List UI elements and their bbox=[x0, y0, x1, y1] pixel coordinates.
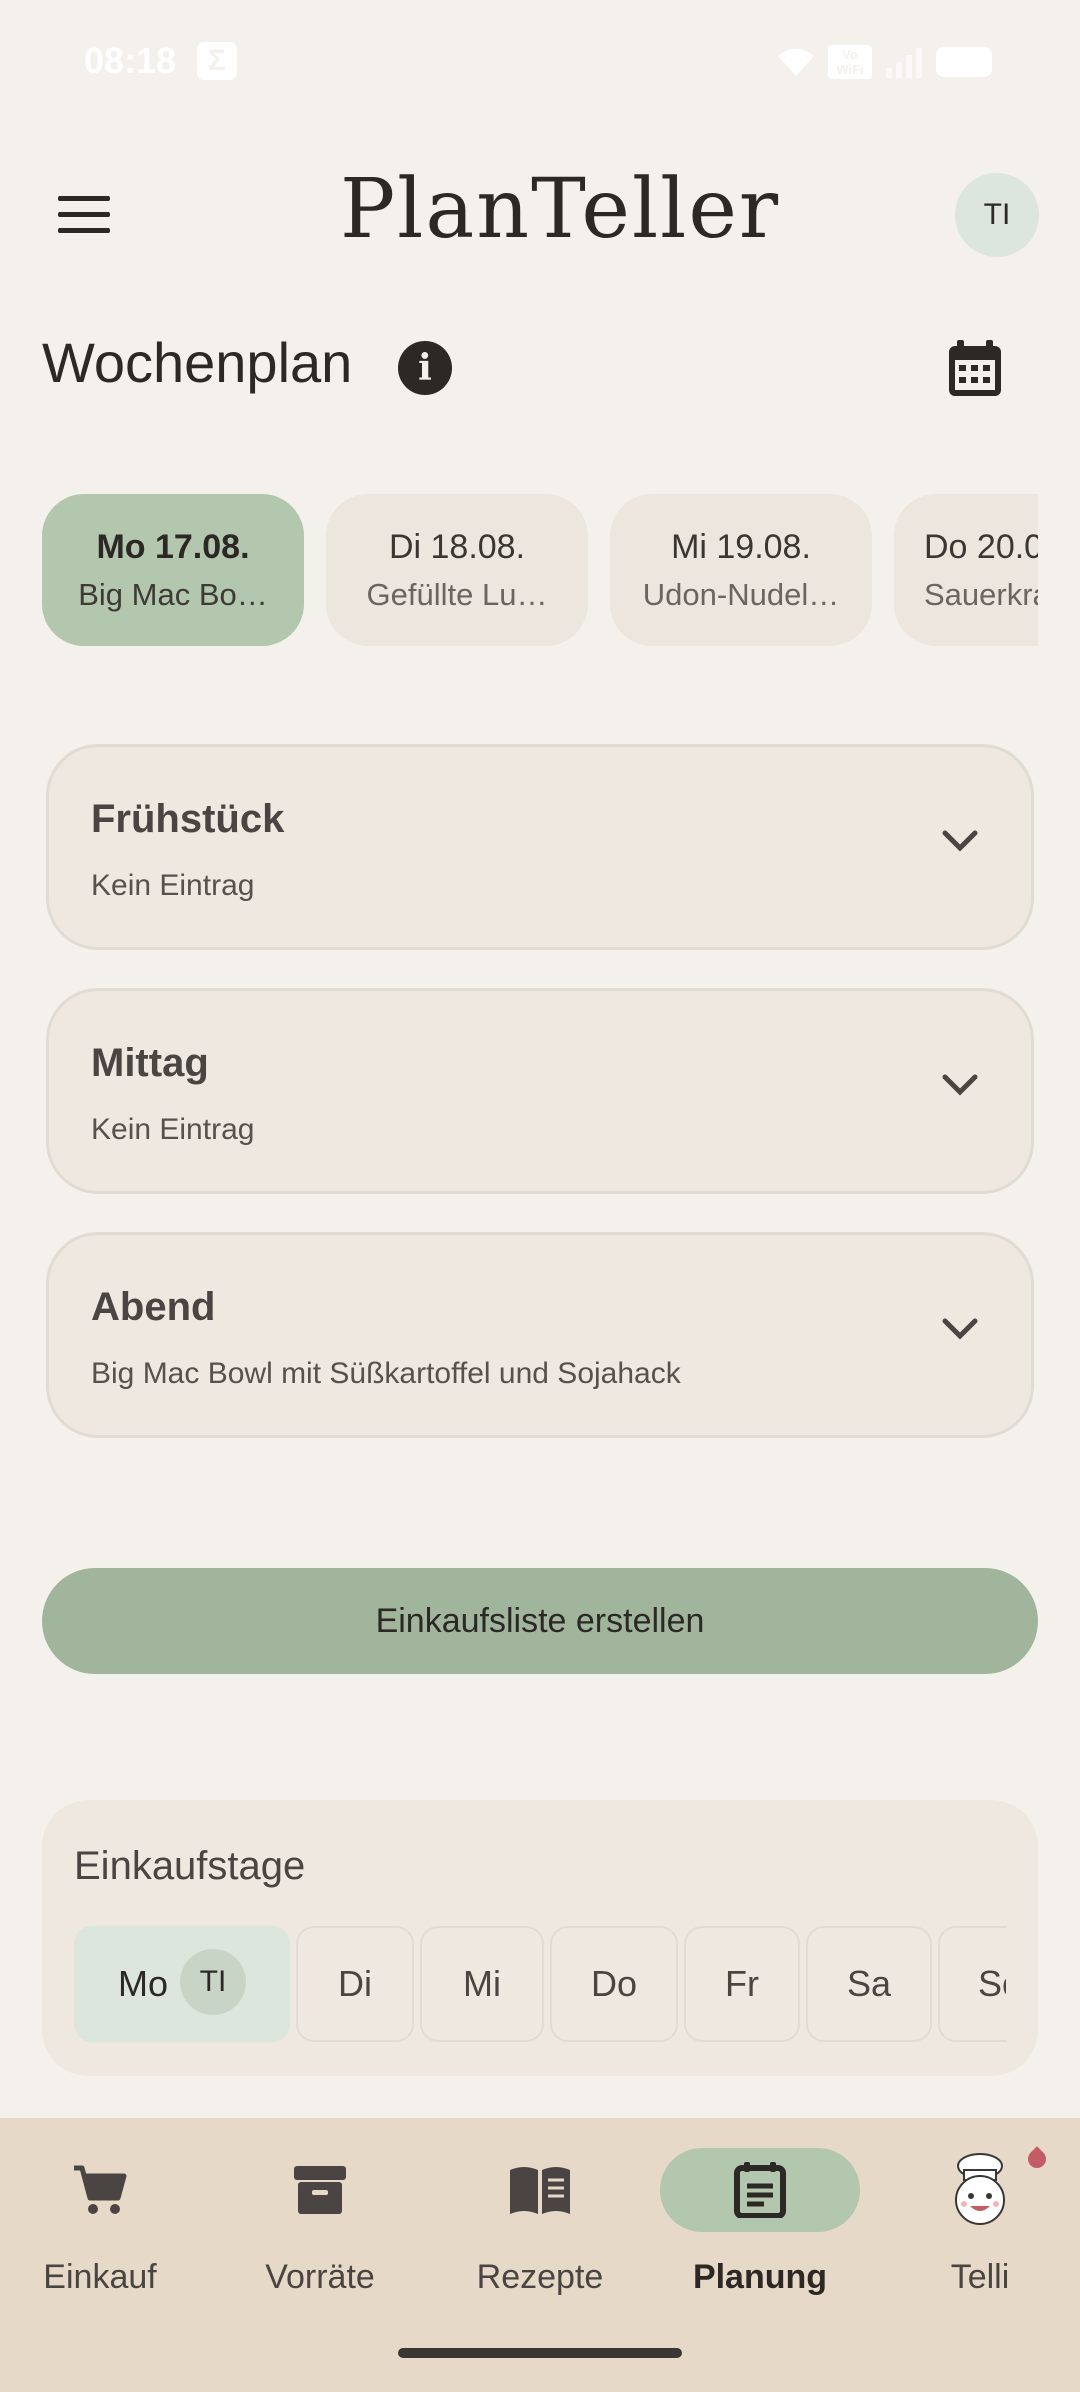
chevron-down-icon[interactable] bbox=[941, 1317, 979, 1343]
signal-icon bbox=[886, 48, 922, 78]
chevron-down-icon[interactable] bbox=[941, 829, 979, 855]
shopping-day-label: Mo bbox=[117, 1963, 168, 2004]
status-bar: 08:18 Σ Vo WiFi bbox=[0, 0, 1080, 125]
day-meal-preview: Udon-Nudel… bbox=[642, 577, 840, 612]
volte-icon: Vo WiFi bbox=[828, 45, 872, 79]
sigma-notification-icon: Σ bbox=[197, 42, 237, 80]
shopping-day-label: Sa bbox=[846, 1963, 892, 2004]
shopping-day-do[interactable]: Do bbox=[550, 1926, 678, 2042]
wifi-icon bbox=[778, 48, 814, 76]
planner-icon bbox=[734, 2162, 786, 2218]
nav-label: Einkauf bbox=[43, 2258, 157, 2296]
day-date: Mo 17.08. bbox=[96, 528, 250, 566]
meal-entry: Big Mac Bowl mit Süßkartoffel und Sojaha… bbox=[91, 1357, 681, 1390]
shopping-day-mi[interactable]: Mi bbox=[420, 1926, 544, 2042]
meal-card-lunch[interactable]: Mittag Kein Eintrag bbox=[46, 988, 1034, 1194]
shopping-days-row: Mo TI Di Mi Do Fr Sa So bbox=[74, 1926, 1006, 2042]
nav-label: Telli bbox=[950, 2258, 1010, 2296]
user-badge: TI bbox=[180, 1949, 246, 2016]
day-date: Di 18.08. bbox=[388, 528, 526, 566]
meal-card-breakfast[interactable]: Frühstück Kein Eintrag bbox=[46, 744, 1034, 950]
day-chip-di[interactable]: Di 18.08. Gefüllte Lu… bbox=[326, 494, 588, 646]
calendar-icon[interactable] bbox=[946, 338, 1004, 398]
nav-item-telli[interactable]: Telli bbox=[872, 2118, 1080, 2318]
status-time: 08:18 bbox=[84, 40, 177, 81]
day-date: Do 20.08. bbox=[924, 528, 1038, 566]
meal-title: Abend bbox=[91, 1285, 216, 1329]
nav-item-planung[interactable]: Planung bbox=[652, 2118, 868, 2318]
day-meal-preview: Big Mac Bo… bbox=[78, 577, 268, 612]
shopping-days-title: Einkaufstage bbox=[74, 1844, 306, 1888]
day-chip-mi[interactable]: Mi 19.08. Udon-Nudel… bbox=[610, 494, 872, 646]
avatar[interactable]: TI bbox=[955, 173, 1039, 257]
shopping-day-sa[interactable]: Sa bbox=[806, 1926, 932, 2042]
day-meal-preview: Sauerkraut… bbox=[924, 577, 1038, 612]
shopping-day-label: Fr bbox=[725, 1963, 759, 2004]
nav-label: Vorräte bbox=[265, 2258, 375, 2296]
day-date: Mi 19.08. bbox=[671, 528, 811, 566]
shopping-day-label: So bbox=[978, 1963, 1006, 2004]
menu-icon[interactable] bbox=[58, 196, 110, 236]
shopping-day-so[interactable]: So bbox=[938, 1926, 1006, 2042]
shopping-day-mo[interactable]: Mo TI bbox=[74, 1926, 290, 2042]
meal-title: Mittag bbox=[91, 1041, 209, 1085]
day-chip-do[interactable]: Do 20.08. Sauerkraut… bbox=[894, 494, 1038, 646]
shopping-day-label: Do bbox=[590, 1963, 638, 2004]
shopping-day-di[interactable]: Di bbox=[296, 1926, 414, 2042]
meal-card-dinner[interactable]: Abend Big Mac Bowl mit Süßkartoffel und … bbox=[46, 1232, 1034, 1438]
day-selector: Mo 17.08. Big Mac Bo… Di 18.08. Gefüllte… bbox=[42, 494, 1038, 646]
shopping-days-panel: Einkaufstage Mo TI Di Mi Do Fr Sa So bbox=[42, 1800, 1038, 2076]
nav-item-vorraete[interactable]: Vorräte bbox=[212, 2118, 428, 2318]
battery-icon bbox=[936, 47, 992, 77]
chevron-down-icon[interactable] bbox=[941, 1073, 979, 1099]
home-indicator[interactable] bbox=[398, 2348, 682, 2358]
chef-mascot-icon bbox=[955, 2153, 1005, 2225]
shopping-day-label: Di bbox=[338, 1963, 372, 2004]
cart-icon bbox=[74, 2165, 127, 2214]
nav-item-einkauf[interactable]: Einkauf bbox=[0, 2118, 208, 2318]
book-icon bbox=[510, 2167, 570, 2214]
create-shopping-list-button[interactable]: Einkaufsliste erstellen bbox=[42, 1568, 1038, 1674]
meal-entry: Kein Eintrag bbox=[91, 869, 255, 902]
info-icon[interactable]: i bbox=[398, 341, 452, 395]
meal-title: Frühstück bbox=[91, 797, 285, 841]
status-icons: Vo WiFi bbox=[776, 44, 992, 80]
nav-label: Rezepte bbox=[476, 2258, 604, 2296]
app-logo: PlanTeller bbox=[340, 162, 781, 257]
nav-label: Planung bbox=[692, 2258, 828, 2296]
day-meal-preview: Gefüllte Lu… bbox=[366, 577, 548, 612]
meal-entry: Kein Eintrag bbox=[91, 1113, 255, 1146]
nav-item-rezepte[interactable]: Rezepte bbox=[432, 2118, 648, 2318]
shopping-day-fr[interactable]: Fr bbox=[684, 1926, 800, 2042]
page-title: Wochenplan bbox=[42, 331, 353, 394]
day-chip-mo[interactable]: Mo 17.08. Big Mac Bo… bbox=[42, 494, 304, 646]
archive-box-icon bbox=[294, 2166, 346, 2214]
shopping-day-label: Mi bbox=[463, 1963, 501, 2004]
